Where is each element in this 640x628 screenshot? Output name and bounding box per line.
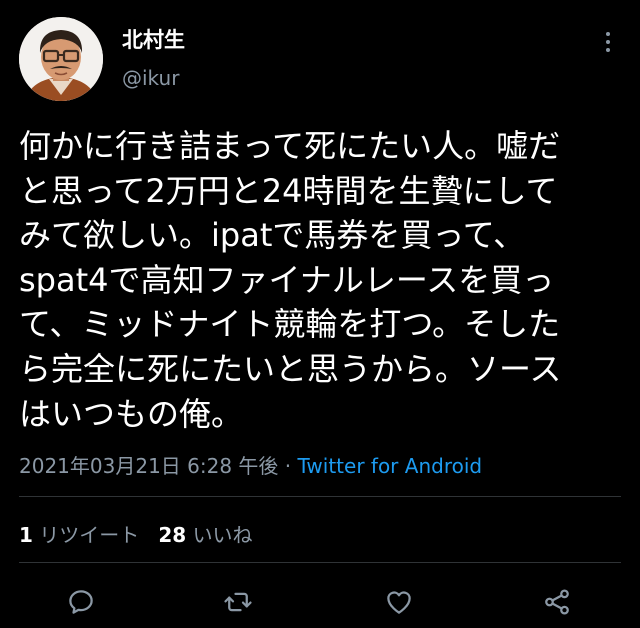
meta-separator: · [278,454,298,478]
likes-stat[interactable]: 28 いいね [158,523,252,547]
likes-count: 28 [158,523,187,547]
source-link[interactable]: Twitter for Android [298,454,483,478]
tweet-text-line: ら完全に死にたいと思うから。ソース [19,349,562,388]
tweet-text: 何かに行き詰まって死にたい人。嘘だ と思って2万円と24時間を生贄にして みて欲… [19,124,623,436]
tweet-meta: 2021年03月21日 6:28 午後 · Twitter for Androi… [19,450,482,479]
tweet-text-line: みて欲しい。ipatで馬券を買って、 [19,216,526,255]
share-icon [545,589,569,615]
likes-label: いいね [192,523,253,547]
reply-icon [69,590,93,614]
tweet-text-line: はいつもの俺。 [19,394,244,433]
divider [19,496,621,497]
display-name[interactable]: 北村生 [122,24,185,54]
retweets-label: リツイート [39,523,140,547]
avatar[interactable] [19,17,103,101]
tweet-text-line: 何かに行き詰まって死にたい人。嘘だ [19,127,561,165]
tweet-text-line: spat4で高知ファイナルレースを買っ [19,260,555,299]
share-button[interactable] [535,580,579,624]
more-vertical-icon[interactable] [598,28,618,56]
divider [19,562,621,563]
retweet-button[interactable] [216,580,260,624]
retweets-stat[interactable]: 1 リツイート [19,523,139,547]
user-handle[interactable]: @ikur [122,66,179,90]
tweet-text-line: て、ミッドナイト競輪を打つ。そした [19,305,561,344]
tweet-stats: 1 リツイート 28 いいね [19,519,253,548]
retweets-count: 1 [19,523,33,547]
retweet-icon [224,592,252,612]
reply-button[interactable] [59,580,103,624]
heart-icon [387,591,411,614]
like-button[interactable] [377,580,421,624]
timestamp[interactable]: 2021年03月21日 6:28 午後 [19,454,278,478]
tweet-text-line: と思って2万円と24時間を生贄にして [19,171,558,210]
action-bar [0,580,640,624]
avatar-image [19,17,103,101]
